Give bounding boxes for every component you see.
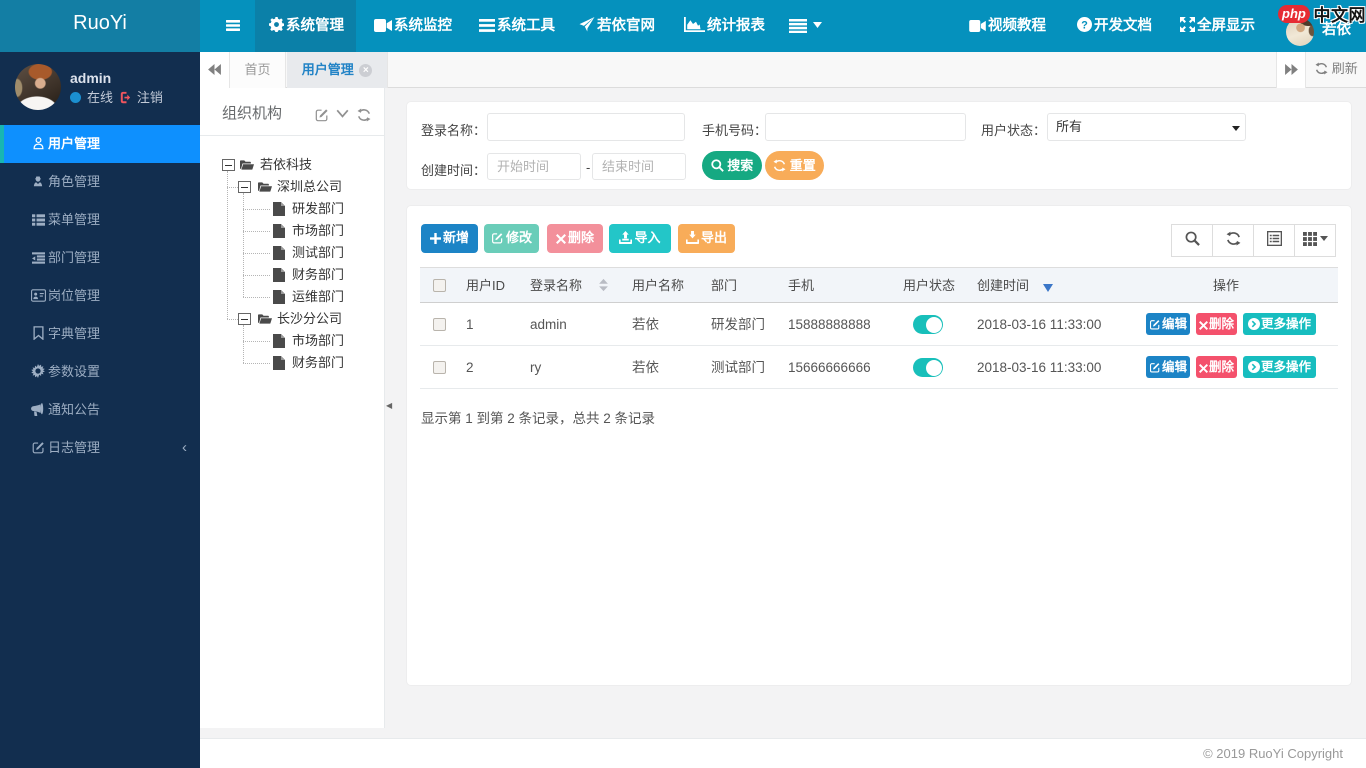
svg-text:?: ? <box>1081 19 1088 31</box>
